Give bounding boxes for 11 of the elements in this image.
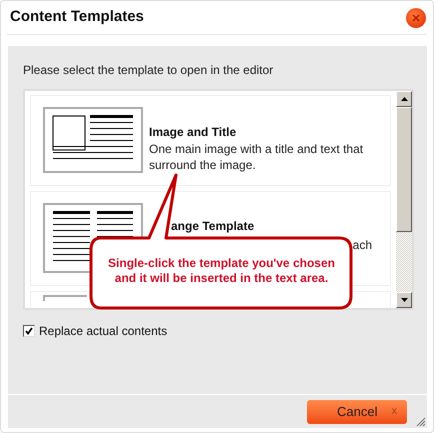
instruction-text: Please select the template to open in the editor [23, 62, 274, 79]
cancel-button[interactable]: Cancel x [307, 400, 407, 424]
template-title: ange Template [171, 218, 256, 235]
close-mark: x [392, 404, 397, 420]
template-title: Image and Title [149, 124, 238, 141]
checkbox-label: Replace actual contents [39, 323, 168, 340]
template-description: ach [352, 237, 372, 254]
template-description: One main image with a title and text that surround the image. [149, 141, 364, 173]
callout-text: Single-click the template you've chosen and it will be inserted in the text area. [107, 256, 336, 286]
window-title: Content Templates [10, 7, 144, 28]
template-item[interactable]: Image and Title One main image with a title and text that surround the image. [30, 95, 391, 186]
